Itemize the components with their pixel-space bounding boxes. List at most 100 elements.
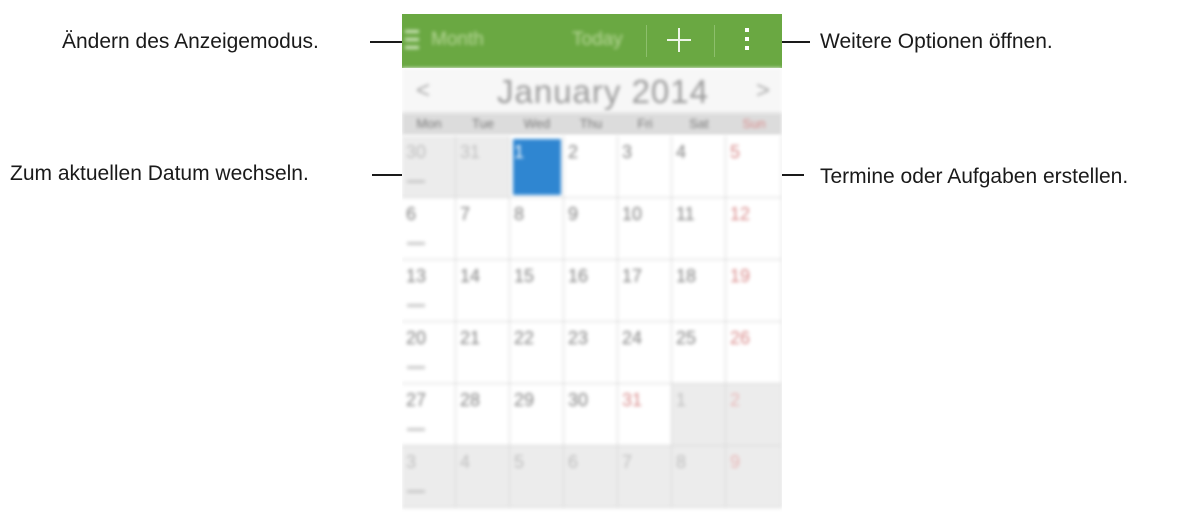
calendar-day-cell[interactable]: 31 xyxy=(618,384,672,446)
day-number: 30 xyxy=(568,390,589,410)
day-number: 31 xyxy=(622,390,643,410)
day-number: 2 xyxy=(730,390,741,410)
calendar-day-cell[interactable]: 1 xyxy=(672,384,726,446)
day-number: 31 xyxy=(460,142,481,162)
more-options-icon[interactable] xyxy=(744,28,750,52)
calendar-day-cell[interactable]: 27 xyxy=(402,384,456,446)
calendar-day-cell[interactable]: 7 xyxy=(618,446,672,508)
weekday-label: Thu xyxy=(579,116,603,131)
action-bar-divider xyxy=(714,25,715,57)
view-mode-button[interactable]: Month xyxy=(431,29,484,51)
day-number: 12 xyxy=(730,204,751,224)
month-grid: 30 31 1 2 3 4 5 6 7 8 9 10 11 12 13 14 15 16 17 18 19 20 21 22 2… xyxy=(402,136,782,513)
action-bar-divider xyxy=(646,25,647,57)
day-number: 23 xyxy=(568,328,589,348)
calendar-day-cell[interactable]: 18 xyxy=(672,260,726,322)
calendar-day-cell[interactable]: 17 xyxy=(618,260,672,322)
day-number: 27 xyxy=(406,390,427,410)
add-icon[interactable] xyxy=(667,28,691,52)
calendar-day-cell[interactable]: 12 xyxy=(726,198,782,260)
day-number: 6 xyxy=(406,204,417,224)
week-number-marker xyxy=(407,366,425,369)
calendar-day-cell[interactable]: 23 xyxy=(564,322,618,384)
calendar-day-cell[interactable]: 14 xyxy=(456,260,510,322)
weekday-header: Mon Tue Wed Thu Fri Sat Sun xyxy=(402,113,782,135)
day-number: 10 xyxy=(622,204,643,224)
day-number: 7 xyxy=(460,204,471,224)
calendar-day-cell[interactable]: 5 xyxy=(726,136,782,198)
day-number: 3 xyxy=(622,142,633,162)
calendar-day-cell[interactable]: 6 xyxy=(564,446,618,508)
day-number: 6 xyxy=(568,452,579,472)
calendar-day-cell[interactable]: 20 xyxy=(402,322,456,384)
day-number: 1 xyxy=(514,142,525,162)
day-number: 30 xyxy=(406,142,427,162)
weekday-label: Sun xyxy=(742,116,766,131)
calendar-day-cell[interactable]: 3 xyxy=(402,446,456,508)
day-number: 9 xyxy=(568,204,579,224)
next-month-icon[interactable]: > xyxy=(756,77,770,105)
calendar-day-cell[interactable]: 6 xyxy=(402,198,456,260)
week-number-marker xyxy=(407,428,425,431)
calendar-day-cell[interactable]: 2 xyxy=(726,384,782,446)
calendar-day-cell[interactable]: 30 xyxy=(564,384,618,446)
calendar-screen: Month Today < January 2014 > Mon Tue Wed Th… xyxy=(402,14,782,513)
day-number: 19 xyxy=(730,266,751,286)
day-number: 5 xyxy=(514,452,525,472)
calendar-day-cell[interactable]: 29 xyxy=(510,384,564,446)
calendar-day-cell[interactable]: 3 xyxy=(618,136,672,198)
calendar-day-cell[interactable]: 8 xyxy=(510,198,564,260)
callout-view-mode: Ändern des Anzeigemodus. xyxy=(62,30,319,53)
calendar-day-cell[interactable]: 16 xyxy=(564,260,618,322)
callout-more-options: Weitere Optionen öffnen. xyxy=(820,30,1053,53)
calendar-day-cell[interactable]: 26 xyxy=(726,322,782,384)
calendar-day-cell[interactable]: 13 xyxy=(402,260,456,322)
day-number: 25 xyxy=(676,328,697,348)
day-number: 17 xyxy=(622,266,643,286)
day-number: 5 xyxy=(730,142,741,162)
day-number: 29 xyxy=(514,390,535,410)
calendar-day-cell[interactable]: 4 xyxy=(456,446,510,508)
action-bar: Month Today xyxy=(402,14,782,68)
weekday-label: Fri xyxy=(637,116,653,131)
day-number: 9 xyxy=(730,452,741,472)
calendar-day-cell[interactable]: 31 xyxy=(456,136,510,198)
calendar-day-cell[interactable]: 10 xyxy=(618,198,672,260)
prev-month-icon[interactable]: < xyxy=(416,77,430,105)
day-number: 8 xyxy=(514,204,525,224)
day-number: 13 xyxy=(406,266,427,286)
callout-today: Zum aktuellen Datum wechseln. xyxy=(10,162,309,185)
day-number: 14 xyxy=(460,266,481,286)
calendar-day-cell[interactable]: 9 xyxy=(564,198,618,260)
calendar-day-cell[interactable]: 30 xyxy=(402,136,456,198)
day-number: 1 xyxy=(676,390,687,410)
callout-create: Termine oder Aufgaben erstellen. xyxy=(820,165,1129,188)
menu-icon[interactable] xyxy=(405,30,419,50)
weekday-label: Wed xyxy=(523,116,551,131)
calendar-day-cell[interactable]: 25 xyxy=(672,322,726,384)
calendar-day-cell[interactable]: 21 xyxy=(456,322,510,384)
day-number: 28 xyxy=(460,390,481,410)
calendar-day-cell[interactable]: 8 xyxy=(672,446,726,508)
day-number: 4 xyxy=(676,142,687,162)
calendar-day-cell[interactable]: 7 xyxy=(456,198,510,260)
today-button[interactable]: Today xyxy=(572,29,623,51)
day-number: 2 xyxy=(568,142,579,162)
calendar-day-cell[interactable]: 19 xyxy=(726,260,782,322)
day-number: 8 xyxy=(676,452,687,472)
calendar-day-cell[interactable]: 2 xyxy=(564,136,618,198)
calendar-day-cell[interactable]: 22 xyxy=(510,322,564,384)
week-number-marker xyxy=(407,242,425,245)
calendar-day-cell[interactable]: 4 xyxy=(672,136,726,198)
day-number: 7 xyxy=(622,452,633,472)
day-number: 16 xyxy=(568,266,589,286)
calendar-day-cell[interactable]: 1 xyxy=(510,136,564,198)
calendar-day-cell[interactable]: 28 xyxy=(456,384,510,446)
calendar-day-cell[interactable]: 15 xyxy=(510,260,564,322)
calendar-day-cell[interactable]: 9 xyxy=(726,446,782,508)
calendar-day-cell[interactable]: 11 xyxy=(672,198,726,260)
week-number-marker xyxy=(407,304,425,307)
calendar-day-cell[interactable]: 24 xyxy=(618,322,672,384)
calendar-day-cell[interactable]: 5 xyxy=(510,446,564,508)
week-number-marker xyxy=(407,490,425,493)
